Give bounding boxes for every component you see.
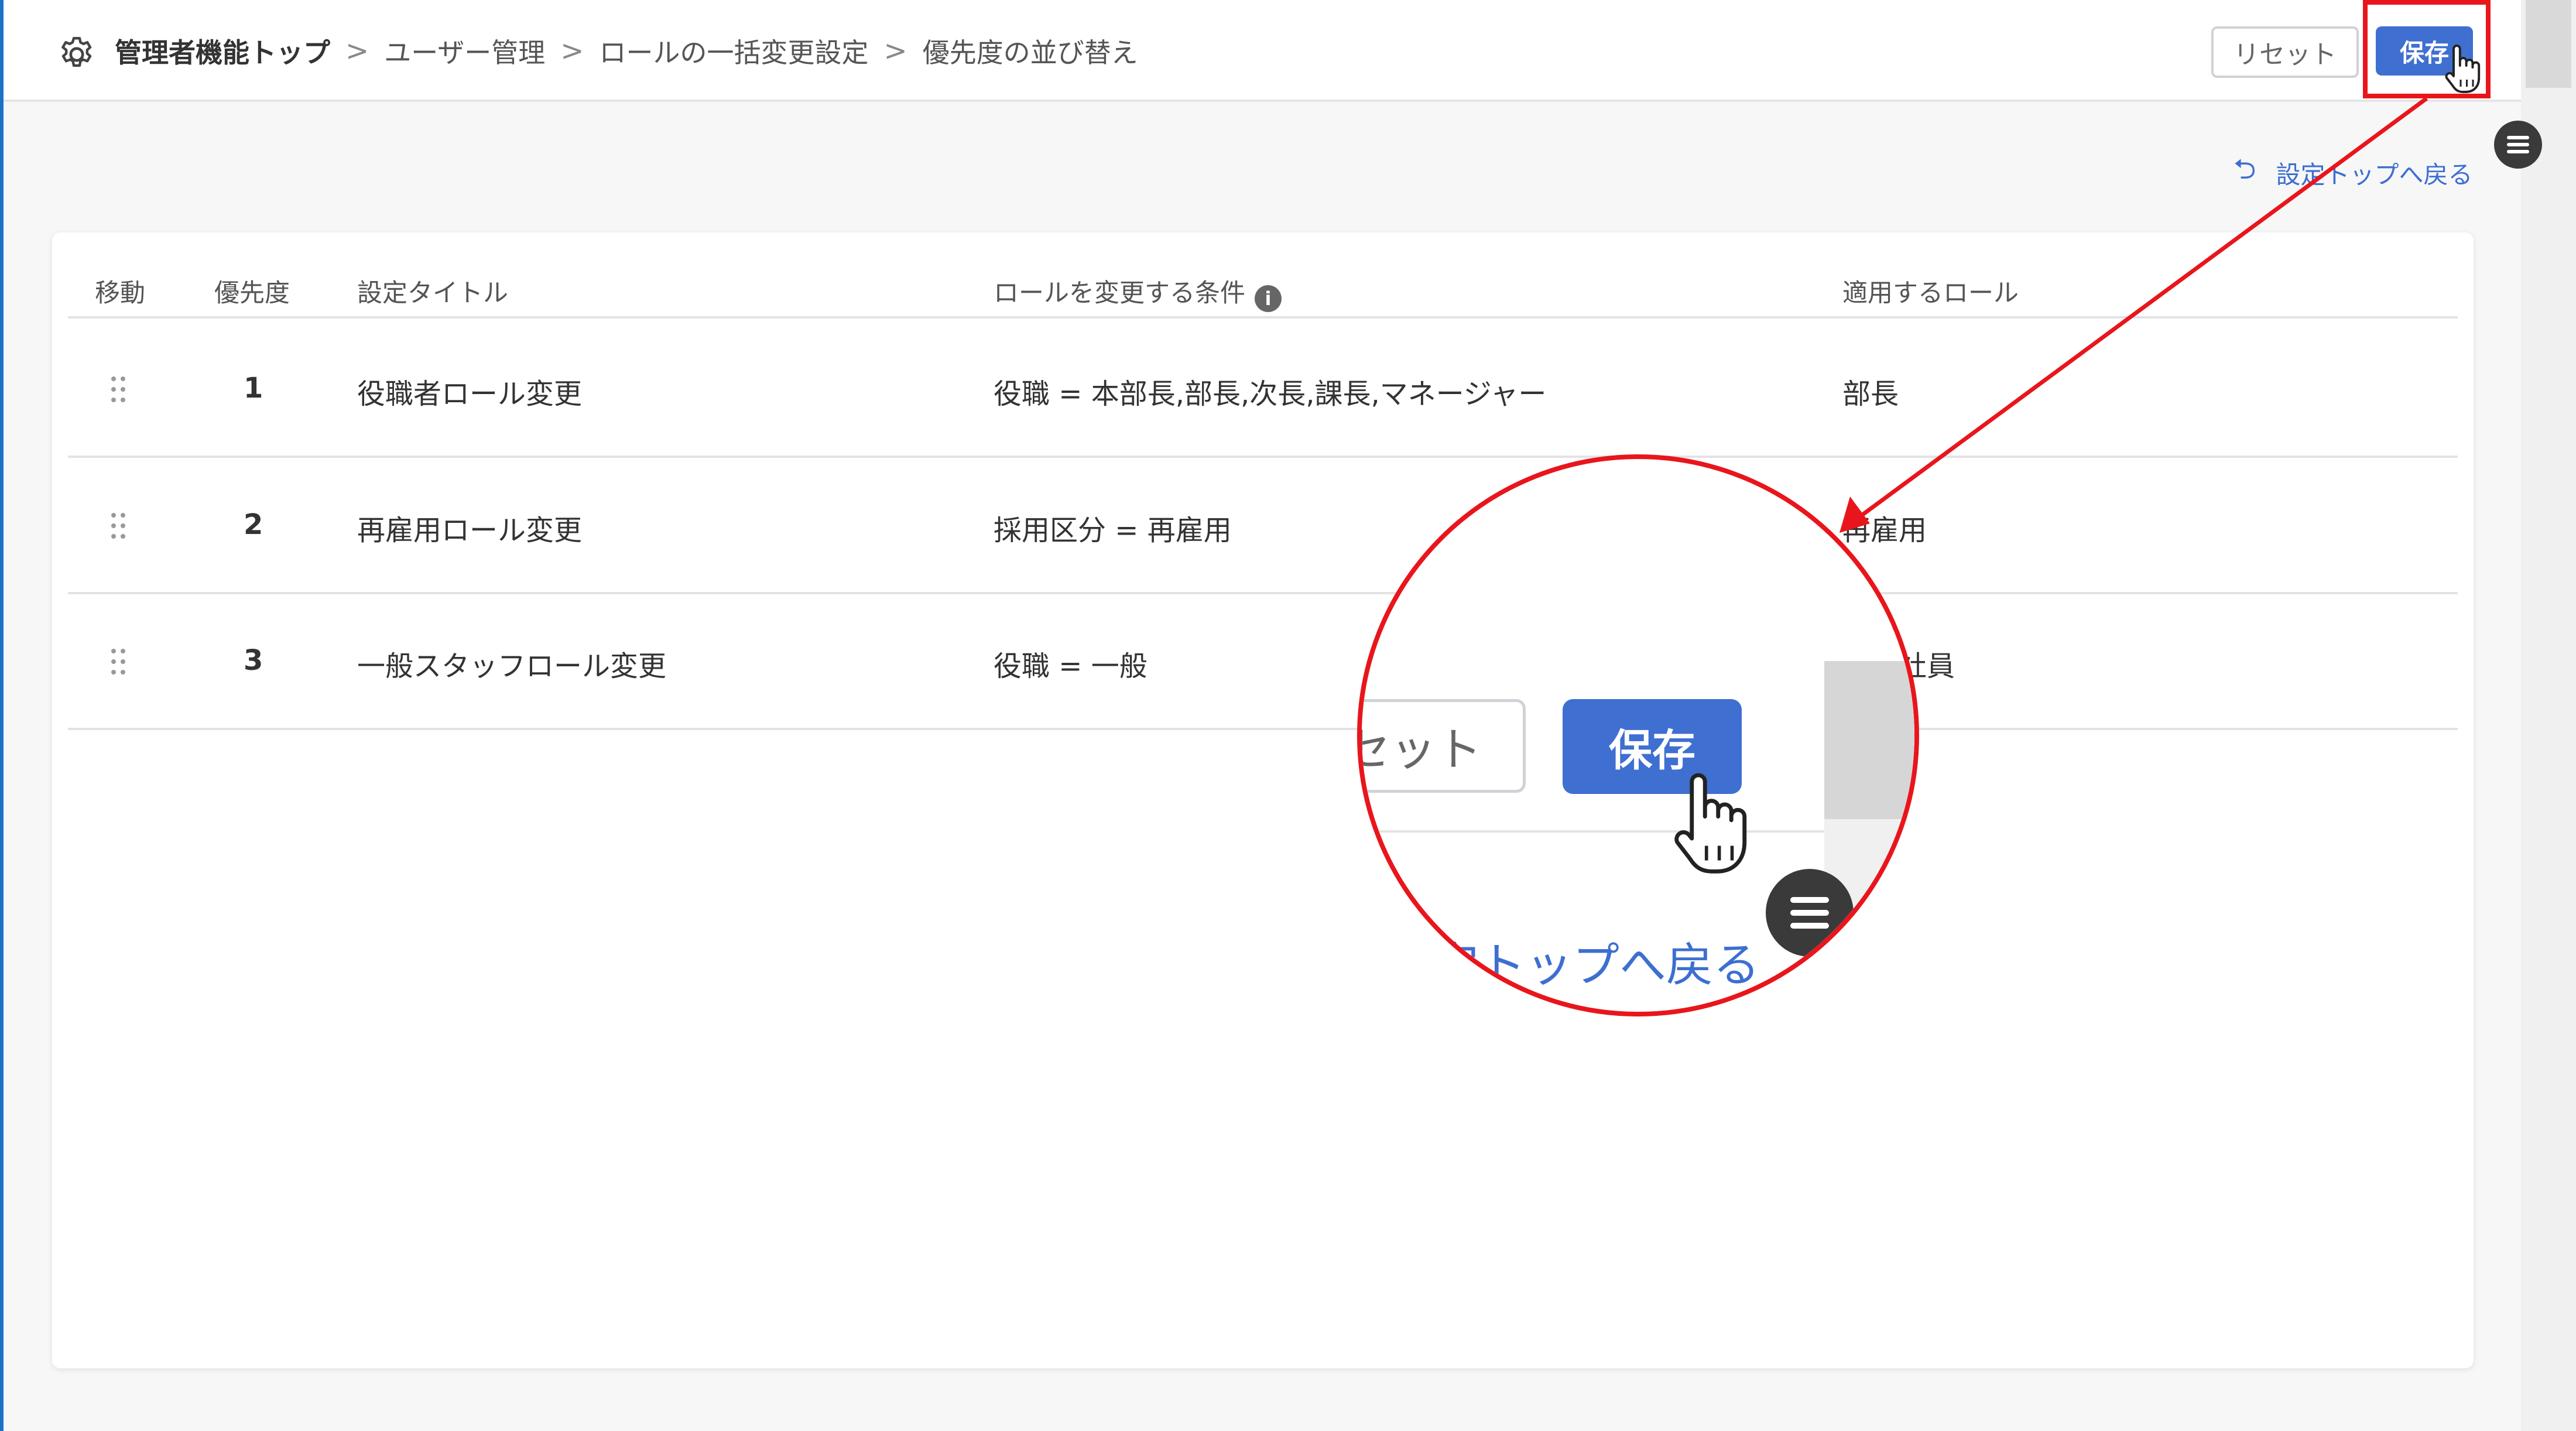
zoom-back-link: 定トップへ戻る — [1432, 938, 1760, 992]
zoom-callout: セット 保存 定トップへ戻る — [1357, 454, 1919, 1016]
zoom-reset-button: セット — [1362, 699, 1526, 793]
zoom-hand-cursor-icon — [1674, 773, 1747, 874]
zoom-divider — [1362, 830, 1824, 833]
zoom-scrollbar-thumb — [1824, 661, 1914, 819]
annotation-arrow — [1839, 97, 2428, 533]
zoom-menu-icon — [1766, 869, 1854, 957]
